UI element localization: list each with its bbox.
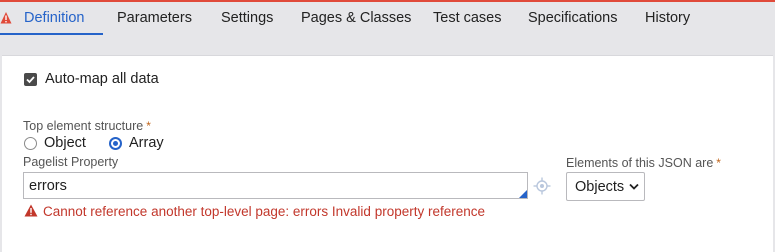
autocomplete-corner-indicator: [519, 190, 527, 198]
tab-bar: Definition Parameters Settings Pages & C…: [0, 2, 775, 36]
pagelist-property-label: Pagelist Property: [23, 155, 119, 169]
pagelist-property-input[interactable]: [23, 172, 528, 199]
tab-parameters[interactable]: Parameters: [117, 2, 192, 36]
chevron-down-icon: [629, 183, 639, 190]
tab-definition[interactable]: Definition: [24, 2, 84, 36]
error-warning-icon: [24, 204, 38, 217]
tab-specifications[interactable]: Specifications: [528, 2, 617, 36]
error-message: Cannot reference another top-level page:…: [43, 204, 485, 219]
automap-label: Auto-map all data: [45, 71, 159, 87]
tab-settings[interactable]: Settings: [221, 2, 273, 36]
radio-object-label[interactable]: Object: [44, 135, 86, 151]
radio-object[interactable]: [24, 137, 37, 150]
top-element-label: Top element structure *: [23, 119, 151, 133]
required-marker: *: [716, 156, 721, 170]
tab-pages-classes[interactable]: Pages & Classes: [301, 2, 411, 36]
tab-test-cases[interactable]: Test cases: [433, 2, 502, 36]
elements-json-label: Elements of this JSON are *: [566, 156, 721, 170]
automap-checkbox[interactable]: [24, 73, 37, 86]
active-tab-underline: [0, 33, 103, 35]
crosshair-target-icon[interactable]: [533, 177, 551, 195]
elements-type-select[interactable]: Objects: [566, 172, 645, 201]
elements-type-value: Objects: [575, 179, 625, 195]
checkmark-icon: [26, 76, 35, 84]
warning-icon: [0, 12, 12, 24]
definition-panel: Auto-map all data Top element structure *…: [2, 55, 773, 252]
radio-array[interactable]: [109, 137, 122, 150]
required-marker: *: [146, 119, 151, 133]
radio-array-label[interactable]: Array: [129, 135, 164, 151]
tab-history[interactable]: History: [645, 2, 690, 36]
